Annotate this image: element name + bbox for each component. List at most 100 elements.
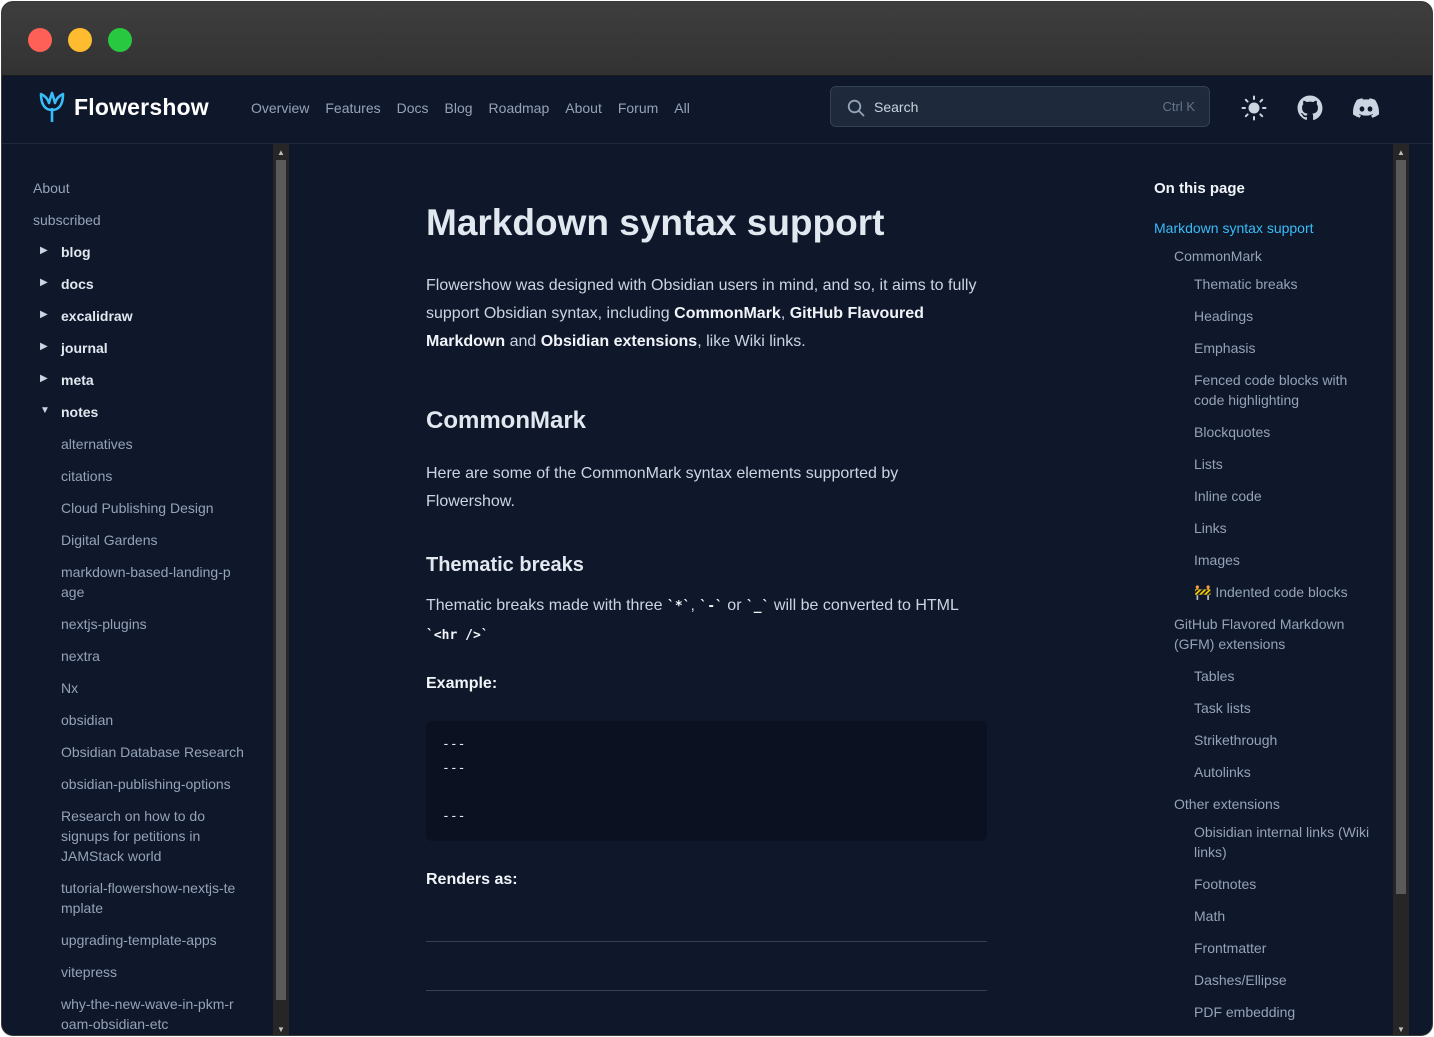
nav-link-features[interactable]: Features bbox=[325, 100, 380, 116]
renders-as-label: Renders as: bbox=[426, 871, 518, 888]
sidebar-item-digital-gardens[interactable]: Digital Gardens bbox=[61, 530, 251, 550]
expand-arrow-icon[interactable]: ▶ bbox=[40, 277, 48, 288]
toc-item[interactable]: Blockquotes bbox=[1194, 422, 1379, 442]
search-placeholder: Search bbox=[874, 99, 919, 115]
toc-item[interactable]: Markdown syntax support bbox=[1154, 218, 1389, 238]
example-label: Example: bbox=[426, 675, 498, 692]
sidebar-item-alternatives[interactable]: alternatives bbox=[61, 434, 251, 454]
toc-title: On this page bbox=[1154, 180, 1245, 197]
sidebar-item-nextra[interactable]: nextra bbox=[61, 646, 251, 666]
toc-item[interactable]: Footnotes bbox=[1194, 874, 1379, 894]
search-icon bbox=[847, 99, 865, 117]
expand-arrow-icon[interactable]: ▶ bbox=[40, 309, 48, 320]
toc-item[interactable]: Inline code bbox=[1194, 486, 1379, 506]
sidebar-item-nx[interactable]: Nx bbox=[61, 678, 251, 698]
toc-item[interactable]: Lists bbox=[1194, 454, 1379, 474]
sidebar-scroll-thumb[interactable] bbox=[276, 160, 286, 1000]
sun-icon[interactable] bbox=[1241, 95, 1267, 121]
nav-link-roadmap[interactable]: Roadmap bbox=[489, 100, 550, 116]
sidebar-item-citations[interactable]: citations bbox=[61, 466, 251, 486]
toc-item[interactable]: Images bbox=[1194, 550, 1379, 570]
scroll-up-arrow-icon[interactable]: ▲ bbox=[1393, 146, 1409, 160]
window-titlebar bbox=[2, 2, 1432, 76]
toc-item[interactable]: CommonMark bbox=[1174, 246, 1374, 266]
toc-item[interactable]: 🚧 Text highlighting bbox=[1194, 1034, 1379, 1035]
search-input[interactable]: Search Ctrl K bbox=[830, 86, 1210, 127]
sidebar-item-subscribed[interactable]: subscribed bbox=[33, 210, 101, 230]
toc-item[interactable]: PDF embedding bbox=[1194, 1002, 1379, 1022]
scroll-down-arrow-icon[interactable]: ▼ bbox=[1393, 1023, 1409, 1035]
sidebar-item-about[interactable]: About bbox=[33, 178, 70, 198]
sidebar-item-markdown-based-landing-page[interactable]: markdown-based-landing-page bbox=[61, 562, 236, 602]
sidebar-item-nextjs-plugins[interactable]: nextjs-plugins bbox=[61, 614, 251, 634]
search-shortcut: Ctrl K bbox=[1162, 99, 1196, 114]
toc-item[interactable]: Fenced code blocks with code highlightin… bbox=[1194, 370, 1379, 410]
flower-logo-icon bbox=[39, 91, 65, 122]
github-icon[interactable] bbox=[1297, 95, 1323, 121]
toc-item[interactable]: Strikethrough bbox=[1194, 730, 1379, 750]
toc-item[interactable]: Autolinks bbox=[1194, 762, 1379, 782]
sidebar-item-obsidian-publishing-options[interactable]: obsidian-publishing-options bbox=[61, 774, 261, 794]
minimize-window-button[interactable] bbox=[68, 28, 92, 52]
commonmark-paragraph: Here are some of the CommonMark syntax e… bbox=[426, 465, 899, 510]
toc-item[interactable]: Math bbox=[1194, 906, 1379, 926]
expand-arrow-icon[interactable]: ▶ bbox=[40, 245, 48, 256]
sidebar-scrollbar[interactable]: ▲ ▼ bbox=[273, 144, 289, 1035]
collapse-arrow-icon[interactable]: ▼ bbox=[40, 405, 50, 416]
sidebar-item-tutorial-flowershow-nextjs-template[interactable]: tutorial-flowershow-nextjs-template bbox=[61, 878, 241, 918]
toc-item[interactable]: Frontmatter bbox=[1194, 938, 1379, 958]
toc-item[interactable]: Other extensions bbox=[1174, 794, 1374, 814]
toc-item[interactable]: Task lists bbox=[1194, 698, 1379, 718]
sidebar-folder-journal[interactable]: journal bbox=[61, 338, 108, 358]
table-of-contents: On this page Markdown syntax support Comm… bbox=[1154, 144, 1394, 1035]
discord-icon[interactable] bbox=[1353, 95, 1379, 121]
sidebar-item-obsidian[interactable]: obsidian bbox=[61, 710, 251, 730]
sidebar-folder-excalidraw[interactable]: excalidraw bbox=[61, 306, 133, 326]
toc-item[interactable]: Links bbox=[1194, 518, 1379, 538]
sidebar-item-why-new-wave-pkm[interactable]: why-the-new-wave-in-pkm-roam-obsidian-et… bbox=[61, 994, 241, 1034]
expand-arrow-icon[interactable]: ▶ bbox=[40, 341, 48, 352]
toc-scrollbar[interactable]: ▲ ▼ bbox=[1393, 144, 1409, 1035]
article-content: Markdown syntax support Flowershow was d… bbox=[425, 144, 987, 1035]
heading-commonmark: CommonMark bbox=[426, 407, 587, 434]
page-title: Markdown syntax support bbox=[426, 202, 885, 243]
top-navbar: Flowershow Overview Features Docs Blog R… bbox=[2, 76, 1432, 144]
intro-paragraph: Flowershow was designed with Obsidian us… bbox=[426, 277, 977, 350]
sidebar-folder-docs[interactable]: docs bbox=[61, 274, 94, 294]
toc-item[interactable]: Thematic breaks bbox=[1194, 274, 1379, 294]
nav-link-blog[interactable]: Blog bbox=[445, 100, 473, 116]
code-line: --- bbox=[442, 809, 466, 824]
thematic-break bbox=[426, 990, 987, 991]
nav-link-overview[interactable]: Overview bbox=[251, 100, 309, 116]
close-window-button[interactable] bbox=[28, 28, 52, 52]
toc-item[interactable]: Obisidian internal links (Wiki links) bbox=[1194, 822, 1379, 862]
sidebar-item-cloud-publishing-design[interactable]: Cloud Publishing Design bbox=[61, 498, 251, 518]
thematic-break bbox=[426, 941, 987, 942]
brand-logo[interactable]: Flowershow bbox=[38, 90, 209, 124]
nav-link-docs[interactable]: Docs bbox=[397, 100, 429, 116]
toc-item[interactable]: Headings bbox=[1194, 306, 1379, 326]
scroll-up-arrow-icon[interactable]: ▲ bbox=[273, 146, 289, 160]
sidebar-folder-meta[interactable]: meta bbox=[61, 370, 94, 390]
nav-link-forum[interactable]: Forum bbox=[618, 100, 658, 116]
brand-name: Flowershow bbox=[74, 93, 209, 120]
sidebar-item-vitepress[interactable]: vitepress bbox=[61, 962, 251, 982]
sidebar-item-upgrading-template-apps[interactable]: upgrading-template-apps bbox=[61, 930, 261, 950]
maximize-window-button[interactable] bbox=[108, 28, 132, 52]
sidebar-item-obsidian-database-research[interactable]: Obsidian Database Research bbox=[61, 742, 261, 762]
scroll-down-arrow-icon[interactable]: ▼ bbox=[273, 1023, 289, 1035]
code-line: --- bbox=[442, 737, 466, 752]
toc-item[interactable]: Dashes/Ellipse bbox=[1194, 970, 1379, 990]
toc-item[interactable]: Tables bbox=[1194, 666, 1379, 686]
code-block[interactable]: --- --- --- bbox=[426, 721, 987, 841]
sidebar-item-research-signups[interactable]: Research on how to do signups for petiti… bbox=[61, 806, 241, 866]
toc-item[interactable]: 🚧 Indented code blocks bbox=[1194, 582, 1379, 602]
toc-item[interactable]: Emphasis bbox=[1194, 338, 1379, 358]
expand-arrow-icon[interactable]: ▶ bbox=[40, 373, 48, 384]
toc-item[interactable]: GitHub Flavored Markdown (GFM) extension… bbox=[1174, 614, 1374, 654]
sidebar-folder-notes[interactable]: notes bbox=[61, 402, 98, 422]
nav-link-about[interactable]: About bbox=[565, 100, 602, 116]
toc-scroll-thumb[interactable] bbox=[1396, 160, 1406, 894]
nav-link-all[interactable]: All bbox=[674, 100, 690, 116]
sidebar-folder-blog[interactable]: blog bbox=[61, 242, 91, 262]
